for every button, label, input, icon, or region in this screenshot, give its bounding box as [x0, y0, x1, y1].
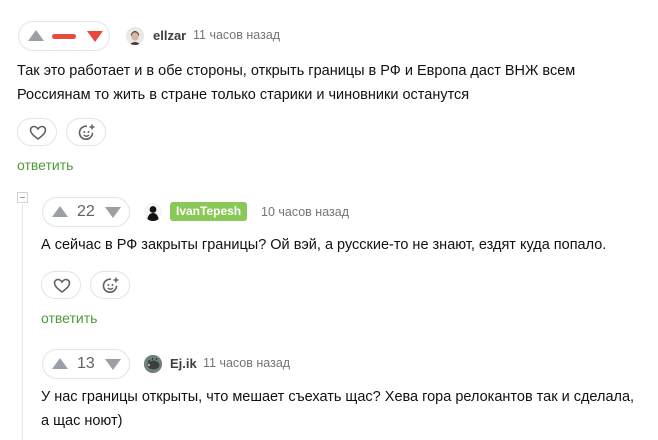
- vote-widget: 22: [42, 197, 130, 227]
- rating-value: 22: [77, 203, 95, 220]
- avatar[interactable]: [126, 27, 144, 45]
- silhouette-icon: [144, 203, 162, 221]
- add-emoji-icon: [78, 124, 95, 141]
- man-portrait-icon: [126, 27, 144, 45]
- reply-link[interactable]: ответить: [41, 310, 97, 326]
- heart-icon: [53, 278, 71, 294]
- upvote-icon[interactable]: [52, 358, 68, 369]
- downvote-icon[interactable]: [105, 207, 121, 218]
- username[interactable]: ellzar: [153, 28, 186, 43]
- avatar[interactable]: [144, 355, 162, 373]
- thread-line[interactable]: [22, 204, 23, 440]
- vote-widget: 13: [42, 349, 130, 379]
- add-emoji-icon: [102, 277, 119, 294]
- like-button[interactable]: [41, 271, 81, 299]
- hedgehog-icon: [144, 355, 162, 373]
- collapse-thread-toggle[interactable]: [17, 192, 28, 203]
- downvote-icon[interactable]: [87, 31, 103, 42]
- downvote-icon[interactable]: [105, 359, 121, 370]
- upvote-icon[interactable]: [28, 30, 44, 41]
- comment-text: А сейчас в РФ закрыты границы? Ой вэй, а…: [41, 237, 607, 253]
- comment-text: Так это работает и в обе стороны, открыт…: [17, 63, 576, 103]
- comment-text: У нас границы открыты, что мешает съехат…: [41, 389, 635, 429]
- reaction-button[interactable]: [90, 271, 130, 299]
- avatar[interactable]: [144, 203, 162, 221]
- timestamp[interactable]: 10 часов назад: [261, 205, 349, 219]
- username[interactable]: Ej.ik: [170, 356, 197, 371]
- like-button[interactable]: [17, 118, 57, 146]
- username-badge[interactable]: IvanTepesh: [170, 202, 248, 221]
- reaction-button[interactable]: [66, 118, 106, 146]
- timestamp[interactable]: 11 часов назад: [193, 28, 280, 42]
- negative-rating-indicator: [52, 34, 76, 39]
- upvote-icon[interactable]: [52, 206, 68, 217]
- reply-link[interactable]: ответить: [17, 157, 73, 173]
- timestamp[interactable]: 11 часов назад: [203, 356, 290, 370]
- vote-widget: [18, 21, 110, 51]
- heart-icon: [29, 125, 47, 141]
- rating-value: 13: [77, 355, 95, 372]
